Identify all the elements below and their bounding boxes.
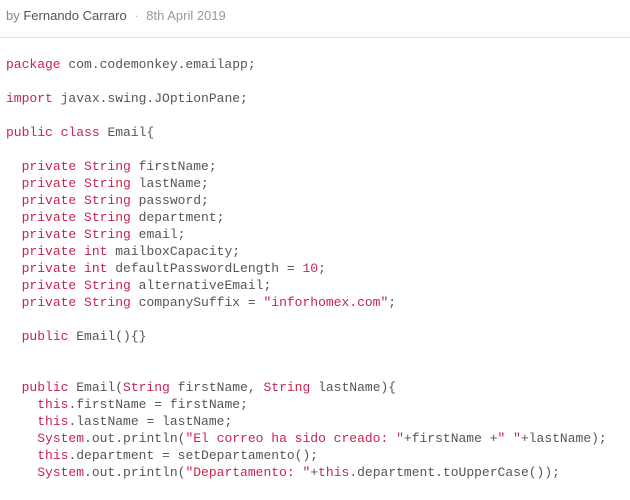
code-text: com.codemonkey.emailapp;	[61, 57, 256, 72]
code-text: +lastName);	[521, 431, 607, 446]
code-block: package com.codemonkey.emailapp; import …	[0, 38, 630, 487]
keyword-public: public	[22, 380, 69, 395]
keyword-class: class	[61, 125, 100, 140]
type-string: String	[84, 210, 131, 225]
keyword-this: this	[37, 448, 68, 463]
keyword-private: private	[22, 261, 77, 276]
code-text: mailboxCapacity;	[107, 244, 240, 259]
string-literal: "Departamento: "	[185, 465, 310, 480]
system-class: System	[37, 465, 84, 480]
type-string: String	[123, 380, 170, 395]
type-int: int	[84, 261, 107, 276]
code-text: .out.println(	[84, 431, 185, 446]
keyword-this: this	[37, 397, 68, 412]
code-text: +firstName +	[404, 431, 498, 446]
code-text: .firstName = firstName;	[68, 397, 247, 412]
keyword-package: package	[6, 57, 61, 72]
code-text: .lastName = lastName;	[68, 414, 232, 429]
code-text: firstName;	[131, 159, 217, 174]
code-text: ;	[388, 295, 396, 310]
system-class: System	[37, 431, 84, 446]
type-string: String	[263, 380, 310, 395]
code-text: +	[310, 465, 318, 480]
keyword-private: private	[22, 244, 77, 259]
type-string: String	[84, 176, 131, 191]
keyword-private: private	[22, 278, 77, 293]
number-literal: 10	[302, 261, 318, 276]
string-literal: "El correo ha sido creado: "	[185, 431, 403, 446]
code-text: password;	[131, 193, 209, 208]
keyword-this: this	[37, 414, 68, 429]
keyword-private: private	[22, 193, 77, 208]
code-text: Email(	[68, 380, 123, 395]
code-text: lastName){	[310, 380, 396, 395]
post-date: 8th April 2019	[146, 8, 226, 23]
code-text: department;	[131, 210, 225, 225]
string-literal: " "	[498, 431, 521, 446]
keyword-public: public	[22, 329, 69, 344]
keyword-private: private	[22, 227, 77, 242]
code-text: .out.println(	[84, 465, 185, 480]
type-string: String	[84, 159, 131, 174]
type-int: int	[84, 244, 107, 259]
type-string: String	[84, 193, 131, 208]
code-text: Email(){}	[68, 329, 146, 344]
keyword-private: private	[22, 295, 77, 310]
by-label: by	[6, 8, 20, 23]
code-text: javax.swing.JOptionPane;	[53, 91, 248, 106]
code-text: Email{	[100, 125, 155, 140]
type-string: String	[84, 227, 131, 242]
code-text: ;	[318, 261, 326, 276]
separator-dot: ·	[134, 8, 138, 23]
type-string: String	[84, 278, 131, 293]
string-literal: "inforhomex.com"	[263, 295, 388, 310]
keyword-private: private	[22, 159, 77, 174]
code-text: firstName,	[170, 380, 264, 395]
code-text: companySuffix =	[131, 295, 264, 310]
code-text: lastName;	[131, 176, 209, 191]
keyword-this: this	[318, 465, 349, 480]
code-text: defaultPasswordLength =	[107, 261, 302, 276]
type-string: String	[84, 295, 131, 310]
keyword-private: private	[22, 210, 77, 225]
code-text: email;	[131, 227, 186, 242]
author-name[interactable]: Fernando Carraro	[23, 8, 126, 23]
code-text: .department = setDepartamento();	[68, 448, 318, 463]
keyword-private: private	[22, 176, 77, 191]
post-meta: by Fernando Carraro · 8th April 2019	[0, 0, 630, 38]
code-text: alternativeEmail;	[131, 278, 271, 293]
keyword-import: import	[6, 91, 53, 106]
code-text: .department.toUpperCase());	[349, 465, 560, 480]
keyword-public: public	[6, 125, 53, 140]
